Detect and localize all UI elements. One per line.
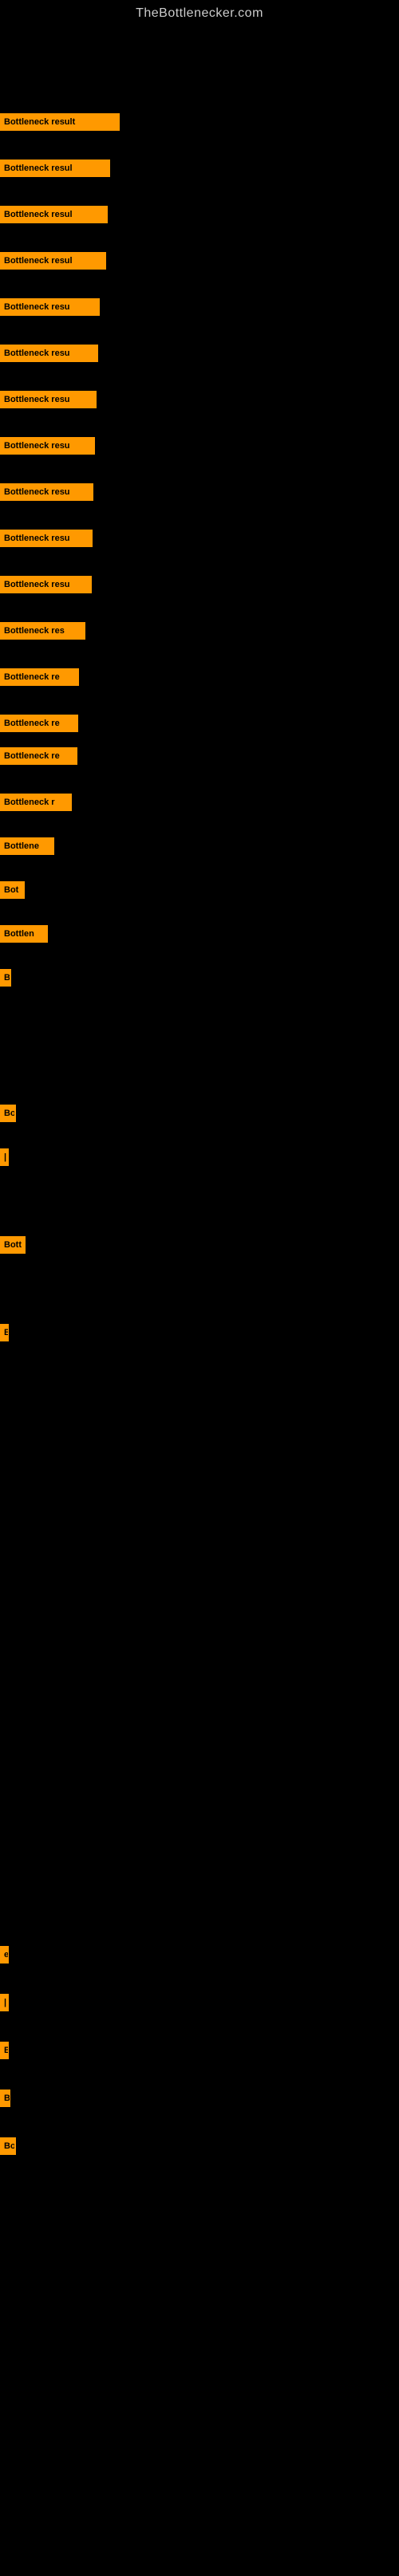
bar-label: Bo [0, 1105, 14, 1122]
bar-fill [10, 969, 11, 987]
bar-fill [85, 391, 97, 408]
bar-label: B [0, 2090, 10, 2107]
bar-row: Bottlen [0, 925, 399, 943]
bar-label: Bottleneck resu [0, 530, 85, 547]
bar-row: Bottleneck resu [0, 345, 399, 362]
bar-fill [96, 113, 120, 131]
bar-fill [14, 2137, 16, 2155]
bar-fill [90, 160, 110, 177]
bar-row: Bottleneck resu [0, 483, 399, 501]
bar-row: Bot [0, 881, 399, 899]
bar-row: Bottleneck r [0, 794, 399, 811]
bar-label: Bottleneck resu [0, 298, 85, 316]
bar-fill [8, 1324, 9, 1341]
bar-fill [22, 881, 25, 899]
bar-fill [46, 925, 48, 943]
bar-fill [85, 576, 92, 593]
bar-label: Bottleneck resu [0, 391, 85, 408]
bar-label: | [0, 1148, 8, 1166]
bar-label: | [0, 1994, 8, 2011]
bar-fill [8, 1148, 9, 1166]
bar-row: Bottleneck resu [0, 437, 399, 455]
bar-label: B [0, 969, 10, 987]
bar-label: Bottleneck resul [0, 160, 90, 177]
bar-label: Bottleneck resu [0, 437, 85, 455]
bar-fill [8, 1946, 9, 1964]
bar-fill [90, 252, 106, 270]
bar-fill [74, 668, 79, 686]
bar-fill [74, 715, 78, 732]
bar-label: E [0, 2042, 8, 2059]
site-title: TheBottlenecker.com [0, 0, 399, 24]
bar-fill [14, 1105, 16, 1122]
bar-label: Bottleneck resu [0, 345, 85, 362]
bar-fill [85, 530, 93, 547]
bar-label: Bo [0, 2137, 14, 2155]
bar-row: E [0, 1324, 399, 1341]
bar-label: Bottleneck result [0, 113, 96, 131]
bar-row: | [0, 1994, 399, 2011]
bar-row: Bottleneck re [0, 747, 399, 765]
bar-row: Bottleneck re [0, 715, 399, 732]
bar-label: Bottleneck r [0, 794, 69, 811]
bar-label: Bottleneck resu [0, 483, 85, 501]
bar-fill [52, 837, 54, 855]
bar-row: Bottleneck resul [0, 252, 399, 270]
bar-row: | [0, 1148, 399, 1166]
bar-fill [69, 794, 72, 811]
bar-row: Bottleneck res [0, 622, 399, 640]
bar-label: e [0, 1946, 8, 1964]
bar-row: Bottleneck resu [0, 391, 399, 408]
bar-fill [8, 2042, 9, 2059]
bar-row: Bottleneck resul [0, 206, 399, 223]
bar-label: Bottleneck resul [0, 206, 90, 223]
bar-label: Bottleneck resul [0, 252, 90, 270]
bar-row: e [0, 1946, 399, 1964]
bar-row: Bottleneck resul [0, 160, 399, 177]
bar-row: Bo [0, 2137, 399, 2155]
bar-row: Bottleneck re [0, 668, 399, 686]
bar-row: Bottleneck resu [0, 298, 399, 316]
bar-row: Bottlene [0, 837, 399, 855]
bar-fill [8, 1994, 9, 2011]
bar-row: E [0, 2042, 399, 2059]
bar-row: B [0, 969, 399, 987]
bar-row: Bo [0, 1105, 399, 1122]
bar-row: Bottleneck result [0, 113, 399, 131]
bar-row: Bottleneck resu [0, 530, 399, 547]
bar-row: Bott [0, 1236, 399, 1254]
bar-label: Bottleneck resu [0, 576, 85, 593]
bar-label: Bottleneck re [0, 668, 74, 686]
bar-fill [85, 345, 98, 362]
bar-label: Bottlene [0, 837, 52, 855]
bar-row: Bottleneck resu [0, 576, 399, 593]
bar-fill [85, 483, 93, 501]
bar-fill [74, 747, 77, 765]
bar-label: Bottleneck res [0, 622, 80, 640]
bar-fill [90, 206, 108, 223]
bar-row: B [0, 2090, 399, 2107]
bar-fill [85, 437, 95, 455]
bar-label: Bot [0, 881, 22, 899]
bar-fill [24, 1236, 26, 1254]
bar-label: Bott [0, 1236, 24, 1254]
bar-label: Bottlen [0, 925, 46, 943]
bar-label: E [0, 1324, 8, 1341]
bar-fill [80, 622, 85, 640]
bar-fill [85, 298, 100, 316]
bar-label: Bottleneck re [0, 715, 74, 732]
bar-label: Bottleneck re [0, 747, 74, 765]
